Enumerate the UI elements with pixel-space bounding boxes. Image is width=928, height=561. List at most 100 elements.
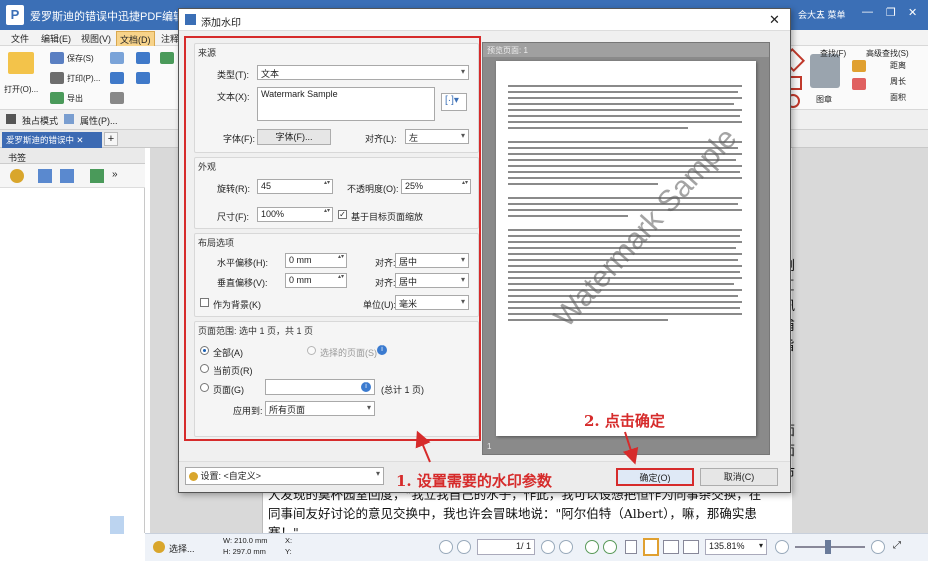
settings-select[interactable]: 设置: <自定义>	[185, 467, 384, 485]
apply-to-select[interactable]: 所有页面	[265, 401, 375, 416]
menu-file[interactable]: 文件	[8, 31, 32, 46]
source-section-title: 来源	[198, 48, 217, 58]
undo-icon[interactable]	[136, 52, 150, 64]
email-icon[interactable]	[110, 52, 124, 64]
pencil-icon[interactable]	[852, 78, 866, 90]
document-line: 同事间友好讨论的意见交换中，我也许会冒昧地说："阿尔伯特（Albert），嘛，那…	[268, 506, 757, 521]
align-value: 左	[409, 133, 419, 143]
zoom-select[interactable]: 135.81% ▾	[705, 539, 767, 555]
gear-icon[interactable]	[153, 541, 165, 553]
pages-radio[interactable]	[200, 383, 209, 392]
font-button[interactable]: 字体(F)...	[257, 129, 331, 145]
menu-edit[interactable]: 编辑(E)	[38, 31, 74, 46]
pages-input[interactable]	[265, 379, 375, 395]
print-button[interactable]: 打印(P)...	[67, 73, 100, 84]
document-tab[interactable]: 爱罗斯迪的错误中 ✕	[2, 132, 102, 148]
background-checkbox[interactable]	[200, 298, 209, 307]
eraser-icon[interactable]	[852, 60, 866, 72]
zoom-in-button[interactable]	[871, 540, 885, 554]
properties-button[interactable]: 属性(P)...	[80, 114, 118, 127]
gear-icon[interactable]	[10, 169, 24, 183]
more-options-icon[interactable]: »	[112, 169, 118, 180]
find-button[interactable]: 查找(F)	[820, 48, 846, 59]
redo-icon[interactable]	[136, 72, 150, 84]
prev-page-button[interactable]	[457, 540, 471, 554]
page-total: / 1	[520, 541, 531, 551]
info-icon[interactable]: i	[361, 382, 371, 392]
cancel-button[interactable]: 取消(C)	[700, 468, 778, 486]
new-icon[interactable]	[110, 92, 124, 104]
stamp-button[interactable]: 图章	[816, 94, 832, 105]
unit-select[interactable]: 毫米	[395, 295, 469, 310]
new-tab-button[interactable]: +	[104, 132, 118, 146]
insert-macro-button[interactable]: [·]▾	[441, 93, 467, 111]
facing-view-icon[interactable]	[663, 540, 679, 554]
save-button[interactable]: 保存(S)	[67, 53, 94, 64]
new-bookmark-icon[interactable]	[90, 169, 104, 183]
v-align-select[interactable]: 居中	[395, 273, 469, 288]
hand-tool-icon[interactable]	[160, 52, 174, 64]
add-child-bookmark-icon[interactable]	[60, 169, 74, 183]
h-align-select[interactable]: 居中	[395, 253, 469, 268]
minimize-button[interactable]: —	[862, 6, 873, 18]
stamp-icon[interactable]	[810, 54, 840, 88]
layout-section: 布局选项 水平偏移(H): 0 mm 对齐: 居中 垂直偏移(V): 0 mm …	[194, 233, 479, 317]
current-page-radio[interactable]	[200, 364, 209, 373]
selected-pages-radio[interactable]	[307, 346, 316, 355]
add-bookmark-icon[interactable]	[38, 169, 52, 183]
ok-button[interactable]: 确定(O)	[616, 468, 694, 486]
info-icon[interactable]: i	[377, 345, 387, 355]
single-page-view-icon[interactable]	[625, 540, 637, 554]
export-icon	[50, 92, 64, 104]
status-bar: 选择... W: 210.0 mm H: 297.0 mm X: Y: 1/ 1…	[145, 533, 928, 561]
first-page-button[interactable]	[439, 540, 453, 554]
rotation-spinner[interactable]: 45	[257, 179, 333, 194]
zoom-value: 135.81%	[709, 541, 745, 551]
continuous-facing-view-icon[interactable]	[683, 540, 699, 554]
exclusive-mode-button[interactable]: 独占模式	[22, 114, 58, 127]
open-button-label[interactable]: 打开(O)...	[4, 84, 38, 95]
h-align-value: 居中	[399, 257, 418, 267]
area-tool[interactable]: 面积	[890, 92, 906, 103]
opacity-spinner[interactable]: 25%	[401, 179, 471, 194]
maximize-button[interactable]: ❐	[886, 6, 896, 19]
main-menu-button[interactable]: 三 菜单	[816, 8, 846, 21]
continuous-view-icon[interactable]	[643, 538, 659, 556]
cursor-x-readout: X:	[285, 536, 293, 545]
h-offset-spinner[interactable]: 0 mm	[285, 253, 347, 268]
add-watermark-dialog: 添加水印 ✕ 来源 类型(T): 文本 文本(X): Watermark Sam…	[178, 8, 791, 493]
last-page-button[interactable]	[559, 540, 573, 554]
relative-scale-label: 基于目标页面缩放	[351, 212, 424, 222]
size-spinner[interactable]: 100%	[257, 207, 333, 222]
type-select[interactable]: 文本	[257, 65, 469, 80]
next-page-button[interactable]	[541, 540, 555, 554]
watermark-text-input[interactable]: Watermark Sample	[257, 87, 435, 121]
align-select[interactable]: 左	[405, 129, 469, 144]
fullscreen-icon[interactable]: ⤢	[893, 540, 901, 551]
all-pages-radio[interactable]	[200, 346, 209, 355]
advanced-find-button[interactable]: 高级查找(S)	[866, 48, 909, 59]
h-offset-label: 水平偏移(H):	[217, 258, 268, 268]
h-offset-value: 0 mm	[289, 255, 312, 265]
scan-icon[interactable]	[110, 72, 124, 84]
page-number-input[interactable]: 1/ 1	[477, 539, 535, 555]
zoom-slider-handle[interactable]	[825, 540, 831, 554]
source-section: 来源 类型(T): 文本 文本(X): Watermark Sample [·]…	[194, 43, 479, 153]
export-button[interactable]: 导出	[67, 93, 83, 104]
v-offset-spinner[interactable]: 0 mm	[285, 273, 347, 288]
dialog-close-button[interactable]: ✕	[769, 12, 780, 28]
distance-tool[interactable]: 距离	[890, 60, 906, 71]
perimeter-tool[interactable]: 周长	[890, 76, 906, 87]
open-folder-icon[interactable]	[8, 52, 34, 74]
zoom-out-button[interactable]	[775, 540, 789, 554]
menu-view[interactable]: 视图(V)	[78, 31, 114, 46]
back-button[interactable]	[585, 540, 599, 554]
relative-scale-checkbox[interactable]: ✓	[338, 210, 347, 219]
opacity-label: 不透明度(O):	[347, 184, 399, 194]
parameters-highlight: 来源 类型(T): 文本 文本(X): Watermark Sample [·]…	[184, 36, 481, 441]
properties-icon	[64, 114, 74, 124]
align-label: 对齐(L):	[365, 134, 397, 144]
forward-button[interactable]	[603, 540, 617, 554]
select-mode-dropdown[interactable]: 选择...	[169, 542, 195, 555]
close-window-button[interactable]: ✕	[908, 6, 917, 19]
